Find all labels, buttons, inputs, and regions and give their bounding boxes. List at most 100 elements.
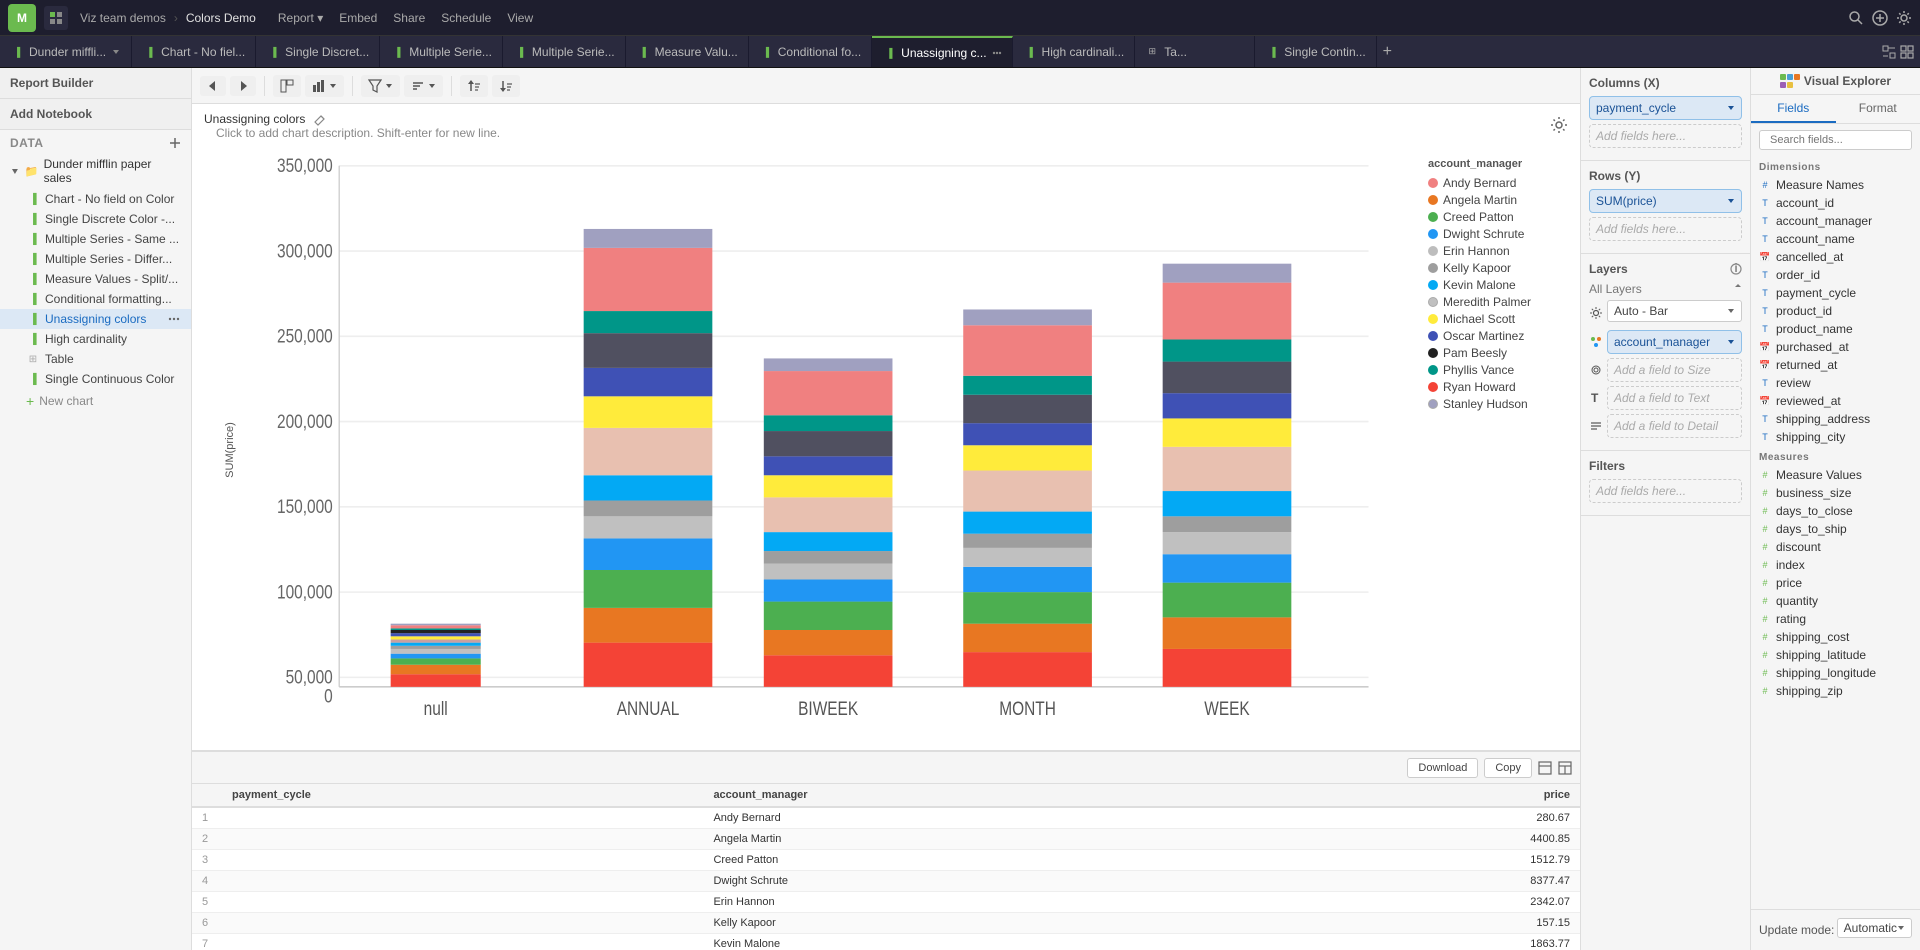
- field-shipping-cost[interactable]: # shipping_cost: [1751, 628, 1920, 646]
- col-account-manager[interactable]: account_manager: [703, 784, 1259, 807]
- chart-settings-icon[interactable]: [1550, 116, 1568, 134]
- columns-field-payment-cycle[interactable]: payment_cycle: [1589, 96, 1742, 120]
- new-chart-btn[interactable]: + New chart: [0, 389, 191, 413]
- search-input[interactable]: [1770, 134, 1912, 146]
- tab-single-discrete[interactable]: ▐ Single Discret...: [256, 36, 380, 67]
- field-account-manager[interactable]: T account_manager: [1751, 212, 1920, 230]
- sidebar-item-chart-no-color[interactable]: ▐ Chart - No field on Color: [0, 189, 191, 209]
- collapse-layers-icon[interactable]: [1734, 282, 1742, 290]
- tab-dropdown-icon[interactable]: [111, 47, 121, 57]
- size-add-field[interactable]: Add a field to Size: [1607, 358, 1742, 382]
- field-shipping-longitude[interactable]: # shipping_longitude: [1751, 664, 1920, 682]
- copy-btn[interactable]: Copy: [1484, 758, 1532, 778]
- sidebar-item-multiple-diff[interactable]: ▐ Multiple Series - Differ...: [0, 249, 191, 269]
- legend-item-dwight[interactable]: Dwight Schrute: [1428, 227, 1572, 241]
- nav-share[interactable]: Share: [387, 9, 431, 27]
- field-product-id[interactable]: T product_id: [1751, 302, 1920, 320]
- app-logo[interactable]: M: [8, 4, 36, 32]
- field-business-size[interactable]: # business_size: [1751, 484, 1920, 502]
- field-reviewed-at[interactable]: 📅 reviewed_at: [1751, 392, 1920, 410]
- field-returned-at[interactable]: 📅 returned_at: [1751, 356, 1920, 374]
- chart-description[interactable]: Click to add chart description. Shift-en…: [204, 126, 512, 146]
- field-discount[interactable]: # discount: [1751, 538, 1920, 556]
- legend-item-andy[interactable]: Andy Bernard: [1428, 176, 1572, 190]
- tab-measure-values[interactable]: ▐ Measure Valu...: [626, 36, 749, 67]
- field-index[interactable]: # index: [1751, 556, 1920, 574]
- sidebar-item-unassigning[interactable]: ▐ Unassigning colors: [0, 309, 191, 329]
- columns-add-field[interactable]: Add fields here...: [1589, 124, 1742, 148]
- rows-add-field[interactable]: Add fields here...: [1589, 217, 1742, 241]
- sort-btn[interactable]: [404, 75, 443, 97]
- field-days-to-ship[interactable]: # days_to_ship: [1751, 520, 1920, 538]
- add-data-icon[interactable]: [169, 137, 181, 149]
- tab-dunder[interactable]: ▐ Dunder miffli...: [0, 36, 132, 67]
- tab-fields[interactable]: Fields: [1751, 95, 1836, 123]
- breadcrumb-team[interactable]: Viz team demos: [80, 11, 166, 25]
- field-measure-values[interactable]: # Measure Values: [1751, 466, 1920, 484]
- layers-info-icon[interactable]: i: [1730, 263, 1742, 275]
- field-purchased-at[interactable]: 📅 purchased_at: [1751, 338, 1920, 356]
- forward-btn[interactable]: [230, 76, 256, 96]
- field-product-name[interactable]: T product_name: [1751, 320, 1920, 338]
- field-account-name[interactable]: T account_name: [1751, 230, 1920, 248]
- pivot-btn[interactable]: [273, 75, 301, 97]
- tab-conditional[interactable]: ▐ Conditional fo...: [749, 36, 872, 67]
- item-more-icon[interactable]: [167, 312, 181, 326]
- legend-item-creed[interactable]: Creed Patton: [1428, 210, 1572, 224]
- col-payment-cycle[interactable]: payment_cycle: [222, 784, 703, 807]
- sidebar-item-high-cardinality[interactable]: ▐ High cardinality: [0, 329, 191, 349]
- sidebar-item-single-continuous[interactable]: ▐ Single Continuous Color: [0, 369, 191, 389]
- nav-view[interactable]: View: [501, 9, 539, 27]
- rows-field-sum-price[interactable]: SUM(price): [1589, 189, 1742, 213]
- search-icon[interactable]: [1848, 10, 1864, 26]
- sidebar-item-conditional[interactable]: ▐ Conditional formatting...: [0, 289, 191, 309]
- tab-multiple-series1[interactable]: ▐ Multiple Serie...: [380, 36, 503, 67]
- field-account-id[interactable]: T account_id: [1751, 194, 1920, 212]
- download-btn[interactable]: Download: [1407, 758, 1478, 778]
- report-builder-link[interactable]: Report Builder: [10, 76, 93, 90]
- field-payment-cycle[interactable]: T payment_cycle: [1751, 284, 1920, 302]
- legend-item-phyllis[interactable]: Phyllis Vance: [1428, 363, 1572, 377]
- legend-item-ryan[interactable]: Ryan Howard: [1428, 380, 1572, 394]
- legend-item-pam[interactable]: Pam Beesly: [1428, 346, 1572, 360]
- chart-type-btn[interactable]: [305, 75, 344, 97]
- new-tab-btn[interactable]: +: [1377, 36, 1398, 67]
- sidebar-item-measure-values[interactable]: ▐ Measure Values - Split/...: [0, 269, 191, 289]
- tab-multiple-series2[interactable]: ▐ Multiple Serie...: [503, 36, 626, 67]
- tab-single-contin[interactable]: ▐ Single Contin...: [1255, 36, 1376, 67]
- field-price[interactable]: # price: [1751, 574, 1920, 592]
- legend-item-michael[interactable]: Michael Scott: [1428, 312, 1572, 326]
- legend-item-kevin[interactable]: Kevin Malone: [1428, 278, 1572, 292]
- sidebar-item-single-discrete[interactable]: ▐ Single Discrete Color -...: [0, 209, 191, 229]
- sidebar-item-multiple-same[interactable]: ▐ Multiple Series - Same ...: [0, 229, 191, 249]
- field-rating[interactable]: # rating: [1751, 610, 1920, 628]
- add-icon[interactable]: [1872, 10, 1888, 26]
- color-field-account-manager[interactable]: account_manager: [1607, 330, 1742, 354]
- sidebar-item-table[interactable]: ⊞ Table: [0, 349, 191, 369]
- detail-add-field[interactable]: Add a field to Detail: [1607, 414, 1742, 438]
- tab-ta[interactable]: ⊞ Ta...: [1135, 36, 1255, 67]
- collapse-btn[interactable]: [1538, 761, 1552, 775]
- legend-item-kelly[interactable]: Kelly Kapoor: [1428, 261, 1572, 275]
- tab-chart-no-field[interactable]: ▐ Chart - No fiel...: [132, 36, 256, 67]
- expand-icon[interactable]: [1882, 45, 1896, 59]
- edit-title-icon[interactable]: [313, 112, 327, 126]
- field-cancelled-at[interactable]: 📅 cancelled_at: [1751, 248, 1920, 266]
- tab-more-icon[interactable]: [992, 48, 1002, 58]
- filters-add-field[interactable]: Add fields here...: [1589, 479, 1742, 503]
- update-mode-dropdown[interactable]: Automatic: [1837, 918, 1912, 938]
- field-review[interactable]: T review: [1751, 374, 1920, 392]
- field-shipping-zip[interactable]: # shipping_zip: [1751, 682, 1920, 700]
- legend-item-angela[interactable]: Angela Martin: [1428, 193, 1572, 207]
- field-order-id[interactable]: T order_id: [1751, 266, 1920, 284]
- text-add-field[interactable]: Add a field to Text: [1607, 386, 1742, 410]
- field-shipping-latitude[interactable]: # shipping_latitude: [1751, 646, 1920, 664]
- expand-table-btn[interactable]: [1558, 761, 1572, 775]
- field-quantity[interactable]: # quantity: [1751, 592, 1920, 610]
- field-days-to-close[interactable]: # days_to_close: [1751, 502, 1920, 520]
- nav-report[interactable]: Report ▾: [272, 9, 329, 27]
- field-shipping-city[interactable]: T shipping_city: [1751, 428, 1920, 446]
- col-price[interactable]: price: [1259, 784, 1580, 807]
- settings-icon[interactable]: [1896, 10, 1912, 26]
- sort-asc-btn[interactable]: [460, 75, 488, 97]
